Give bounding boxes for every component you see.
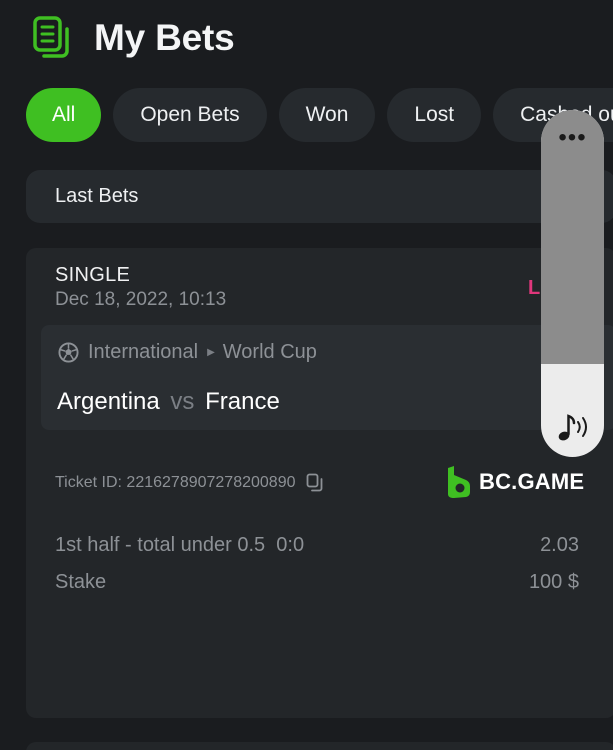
stake-label: Stake <box>55 571 107 593</box>
ticket-id-row: Ticket ID: 2216278907278200890 <box>55 473 324 493</box>
bc-game-logo-icon <box>448 466 470 498</box>
more-options-icon[interactable]: ••• <box>541 126 604 150</box>
page-header: My Bets <box>32 14 235 62</box>
brand-name: BC.GAME <box>479 469 585 494</box>
selection-row: 1st half - total under 0.5 0:0 2.03 <box>55 534 579 557</box>
bet-date: Dec 18, 2022, 10:13 <box>55 289 227 310</box>
away-team: France <box>205 388 280 415</box>
odds-value: 2.03 <box>540 534 579 556</box>
selection-info: 1st half - total under 0.5 0:0 <box>55 534 304 557</box>
bets-list-icon <box>33 16 69 58</box>
match-panel[interactable]: International ▶ World Cup Argentina vs F… <box>41 325 613 430</box>
last-bets-selector[interactable]: Last Bets <box>26 170 613 223</box>
match-teams: Argentina vs France <box>57 388 280 416</box>
ticket-label: Ticket ID: <box>55 474 122 491</box>
my-bets-page: My Bets All Open Bets Won Lost Cashed ou… <box>0 0 613 750</box>
brand-logo: BC.GAME <box>446 466 584 498</box>
bet-card[interactable]: SINGLE Dec 18, 2022, 10:13 Lost Internat… <box>26 248 613 718</box>
stake-row: Stake 100 $ <box>55 571 579 594</box>
floating-media-widget[interactable]: ••• <box>541 110 604 457</box>
copy-icon[interactable] <box>306 473 324 493</box>
tab-open-bets[interactable]: Open Bets <box>113 88 267 142</box>
bet-type: SINGLE <box>55 264 131 286</box>
tournament-name: World Cup <box>222 341 317 363</box>
tab-lost[interactable]: Lost <box>387 88 482 142</box>
league-breadcrumb: International ▶ World Cup <box>58 341 317 364</box>
caret-right-icon: ▶ <box>207 347 215 358</box>
soccer-ball-icon <box>58 342 79 363</box>
next-bet-card[interactable] <box>26 742 613 750</box>
filter-tabs: All Open Bets Won Lost Cashed out <box>26 88 613 142</box>
match-score: 0:0 <box>276 534 305 556</box>
stake-value: 100 $ <box>528 571 579 593</box>
ticket-id: 2216278907278200890 <box>126 474 296 491</box>
home-team: Argentina <box>57 388 160 415</box>
league-name: International <box>88 341 199 363</box>
tab-all[interactable]: All <box>26 88 102 142</box>
vs-label: vs <box>170 388 195 415</box>
page-title: My Bets <box>94 17 235 58</box>
market-name: 1st half - total under 0.5 <box>55 534 266 556</box>
tab-won[interactable]: Won <box>278 88 376 142</box>
sound-wave-icon[interactable] <box>555 412 591 444</box>
